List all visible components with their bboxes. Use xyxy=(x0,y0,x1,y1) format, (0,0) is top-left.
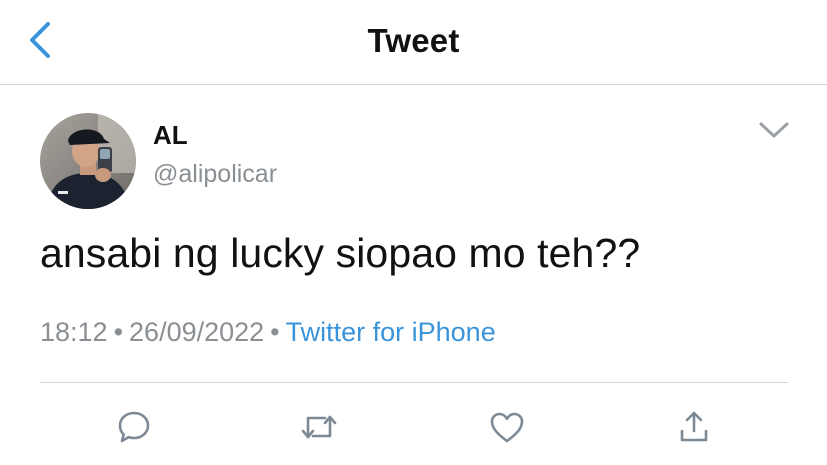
reply-icon xyxy=(118,411,150,443)
divider xyxy=(40,382,788,383)
reply-button[interactable] xyxy=(112,405,156,449)
author-name[interactable]: AL xyxy=(153,120,188,151)
more-options-button[interactable] xyxy=(752,112,796,148)
tweet-meta: 18:12 • 26/09/2022 • Twitter for iPhone xyxy=(40,317,496,348)
tweet-date: 26/09/2022 xyxy=(129,317,265,347)
author-handle[interactable]: @alipolicar xyxy=(153,160,277,189)
meta-separator: • xyxy=(270,317,280,347)
like-button[interactable] xyxy=(485,405,529,449)
tweet-time: 18:12 xyxy=(40,317,108,347)
nav-header: Tweet xyxy=(0,0,827,85)
avatar[interactable] xyxy=(40,113,136,209)
retweet-icon xyxy=(301,415,337,439)
retweet-button[interactable] xyxy=(297,405,341,449)
like-icon xyxy=(490,412,524,443)
share-button[interactable] xyxy=(672,405,716,449)
tweet-source-link[interactable]: Twitter for iPhone xyxy=(286,317,496,347)
tweet-detail-screen: Tweet AL @alipolicar ansabi ng lucky sio… xyxy=(0,0,827,465)
chevron-down-icon xyxy=(759,122,789,138)
meta-separator: • xyxy=(113,317,124,347)
page-title: Tweet xyxy=(367,22,460,59)
share-icon xyxy=(680,411,708,442)
avatar-photo xyxy=(40,113,136,209)
tweet-text: ansabi ng lucky siopao mo teh?? xyxy=(40,230,641,276)
